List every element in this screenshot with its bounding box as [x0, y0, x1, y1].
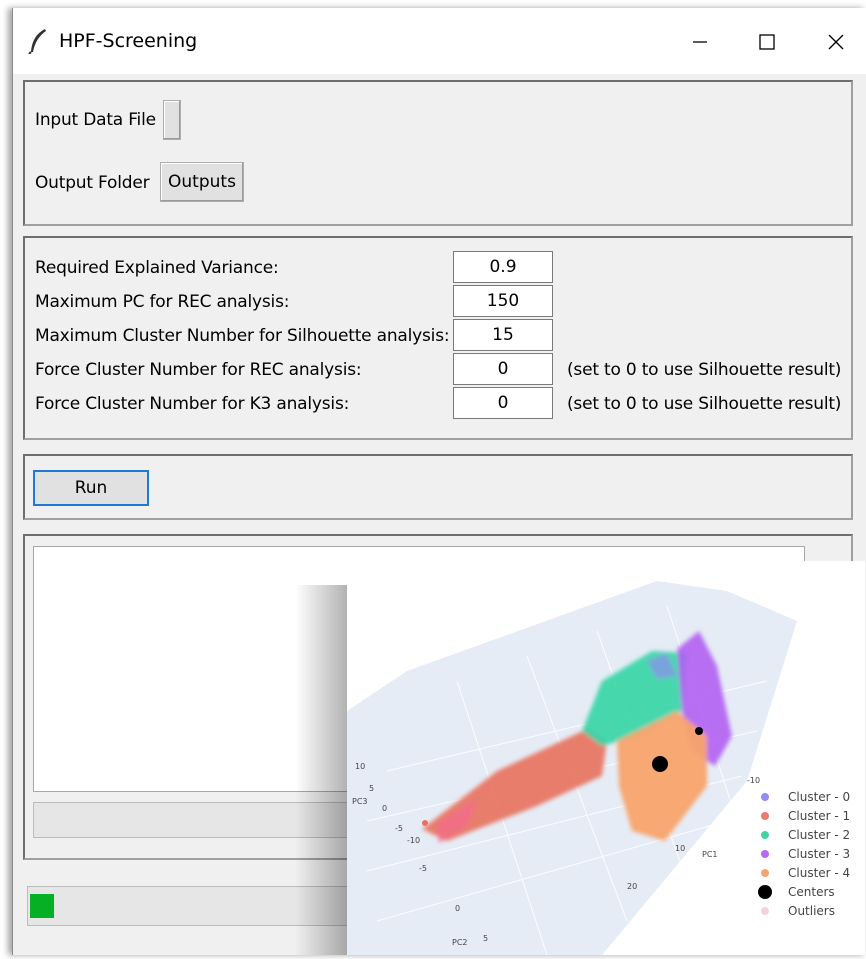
legend-label: Outliers: [788, 904, 835, 918]
force-cluster-k3-input[interactable]: 0: [453, 387, 553, 419]
legend-marker: [761, 831, 769, 839]
legend-label: Centers: [788, 885, 835, 899]
param-label: Maximum PC for REC analysis:: [35, 292, 290, 312]
cluster-center-marker: [695, 727, 703, 735]
param-label: Required Explained Variance:: [35, 258, 279, 278]
legend-marker: [758, 885, 772, 899]
pc3-tick: 10: [355, 762, 365, 771]
legend-label: Cluster - 1: [788, 809, 850, 823]
pc1-tick: 20: [627, 882, 637, 891]
run-button[interactable]: Run: [33, 470, 149, 506]
force-cluster-rec-input[interactable]: 0: [453, 353, 553, 385]
max-pc-input[interactable]: 150: [453, 285, 553, 317]
pc3-tick: 5: [369, 784, 374, 793]
legend-marker: [761, 812, 769, 820]
cluster-center-marker: [652, 756, 668, 772]
overlay-shadow: [295, 585, 355, 955]
plot-canvas: PC3 PC1 PC2 10 5 0 -5 -10 10 20 -10 -5 0…: [347, 581, 850, 956]
max-cluster-input[interactable]: 15: [453, 319, 553, 351]
maximize-button[interactable]: [737, 20, 797, 64]
plot-legend: Cluster - 0 Cluster - 1 Cluster - 2 Cluster…: [758, 790, 850, 918]
pc2-tick: -10: [407, 836, 420, 845]
pc3-tick: -5: [395, 824, 403, 833]
explained-variance-input[interactable]: 0.9: [453, 251, 553, 283]
legend-marker: [761, 850, 769, 858]
pc1-tick: -10: [747, 776, 760, 785]
pc1-tick: 10: [675, 844, 685, 853]
param-label: Force Cluster Number for REC analysis:: [35, 360, 362, 380]
pca-3d-scatter-plot[interactable]: PC3 PC1 PC2 10 5 0 -5 -10 10 20 -10 -5 0…: [347, 561, 865, 956]
legend-label: Cluster - 0: [788, 790, 850, 804]
pc3-axis-label: PC3: [352, 797, 368, 806]
minimize-button[interactable]: [669, 20, 729, 64]
title-bar: HPF-Screening: [13, 8, 866, 74]
file-selection-panel: [23, 80, 853, 226]
legend-label: Cluster - 2: [788, 828, 850, 842]
pc2-tick: -5: [419, 864, 427, 873]
progress-bar-fill: [30, 894, 54, 918]
param-label: Force Cluster Number for K3 analysis:: [35, 394, 350, 414]
output-folder-button[interactable]: Outputs: [160, 162, 244, 202]
legend-label: Cluster - 4: [788, 866, 850, 880]
legend-label: Cluster - 3: [788, 847, 850, 861]
output-folder-label: Output Folder: [35, 173, 150, 193]
pc2-axis-label: PC2: [452, 938, 468, 947]
window-title: HPF-Screening: [59, 30, 198, 52]
pc1-axis-label: PC1: [702, 850, 718, 859]
scatter-point: [422, 820, 428, 826]
maximize-icon: [759, 34, 775, 50]
close-icon: [828, 34, 844, 50]
input-data-file-label: Input Data File: [35, 110, 156, 130]
pc3-tick: 0: [382, 804, 387, 813]
param-note: (set to 0 to use Silhouette result): [567, 360, 842, 380]
minimize-icon: [693, 41, 707, 43]
close-button[interactable]: [805, 20, 865, 64]
param-note: (set to 0 to use Silhouette result): [567, 394, 842, 414]
legend-marker: [761, 907, 769, 915]
legend-marker: [761, 793, 769, 801]
input-file-button[interactable]: [163, 100, 181, 140]
feather-icon: [28, 29, 46, 54]
param-label: Maximum Cluster Number for Silhouette an…: [35, 326, 450, 346]
legend-marker: [761, 869, 769, 877]
pc2-tick: 0: [455, 904, 460, 913]
pc2-tick: 5: [483, 934, 488, 943]
